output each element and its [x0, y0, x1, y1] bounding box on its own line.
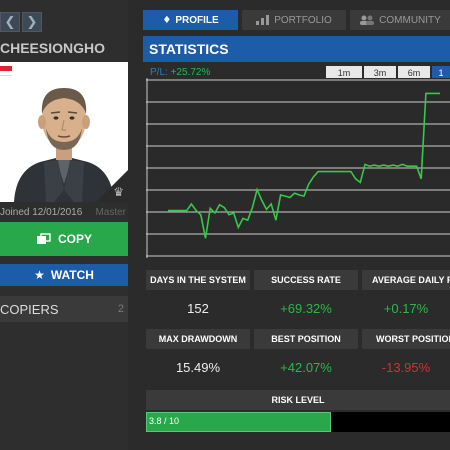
- risk-header: RISK LEVEL: [146, 390, 450, 410]
- tab-profile[interactable]: ♦ PROFILE: [143, 10, 238, 30]
- pl-label: P/L:: [150, 67, 168, 78]
- drawdown-header: MAX DRAWDOWN: [146, 329, 250, 349]
- avatar[interactable]: ♛: [0, 62, 128, 202]
- pl-chart[interactable]: [146, 78, 450, 258]
- chart-series: [168, 92, 440, 239]
- avg-header: AVERAGE DAILY PA: [362, 270, 450, 290]
- tab-bar: ♦ PROFILE PORTFOLIO COMMUNITY: [143, 10, 450, 30]
- risk-bar: 3.8 / 10: [146, 412, 450, 432]
- statistics-title: STATISTICS: [143, 36, 450, 62]
- days-value: 152: [187, 300, 209, 316]
- profile-sidebar: ❮ ❯ CHEESIONGHO ♛ Joined 12/01/2016 Mast…: [0, 0, 128, 450]
- tab-portfolio[interactable]: PORTFOLIO: [242, 10, 346, 30]
- copiers-count: 2: [117, 303, 124, 315]
- avg-value: +0.17%: [383, 300, 429, 316]
- next-button[interactable]: ❯: [22, 12, 42, 32]
- best-value: +42.07%: [280, 359, 332, 375]
- drawdown-value: 15.49%: [175, 359, 221, 375]
- success-value: +69.32%: [280, 300, 332, 316]
- star-icon: ★: [34, 268, 45, 282]
- chevron-right-icon: ❯: [26, 14, 38, 30]
- copiers-label: COPIERS: [0, 301, 59, 317]
- watch-label: WATCH: [50, 268, 94, 282]
- tab-community[interactable]: COMMUNITY: [350, 10, 450, 30]
- copiers-row[interactable]: COPIERS 2: [0, 296, 128, 322]
- copy-button[interactable]: COPY: [0, 222, 128, 256]
- worst-header: WORST POSITION: [362, 329, 450, 349]
- risk-value: 3.8 / 10: [149, 416, 180, 426]
- chart-grid: [146, 78, 450, 258]
- best-header: BEST POSITION: [254, 329, 358, 349]
- tie-icon: ♦: [162, 14, 172, 26]
- crown-icon: ♛: [113, 185, 124, 199]
- flag-icon: [0, 66, 12, 76]
- tab-profile-label: PROFILE: [175, 14, 219, 26]
- copy-label: COPY: [57, 232, 92, 246]
- tab-portfolio-label: PORTFOLIO: [274, 14, 332, 26]
- pl-series-line: [168, 92, 440, 239]
- copy-icon: [36, 233, 51, 244]
- trader-level: Master: [95, 207, 126, 218]
- success-header: SUCCESS RATE: [254, 270, 358, 290]
- tab-community-label: COMMUNITY: [379, 14, 441, 26]
- worst-value: -13.95%: [381, 359, 431, 375]
- joined-date: Joined 12/01/2016: [0, 207, 83, 218]
- chevron-left-icon: ❮: [4, 14, 16, 30]
- users-icon: [360, 15, 375, 25]
- watch-button[interactable]: ★ WATCH: [0, 264, 128, 286]
- days-header: DAYS IN THE SYSTEM: [146, 270, 250, 290]
- username: CHEESIONGHO: [0, 40, 106, 56]
- pl-value: +25.72%: [170, 67, 211, 78]
- pl-readout: P/L: +25.72%: [150, 67, 210, 78]
- prev-button[interactable]: ❮: [0, 12, 20, 32]
- bar-chart-icon: [256, 15, 270, 25]
